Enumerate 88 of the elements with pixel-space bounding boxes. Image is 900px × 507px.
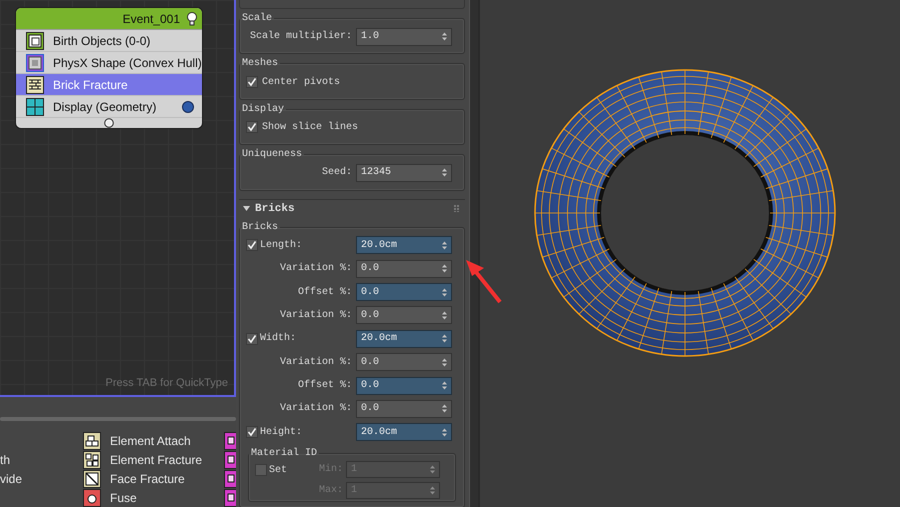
operator-label: PhysX Shape (Convex Hull) [53, 56, 202, 70]
operator-label: Brick Fracture [53, 78, 129, 92]
field-label: Variation %: [278, 310, 352, 321]
spinner-field[interactable]: 20.0cm [356, 330, 452, 348]
operator-item[interactable]: Birth Objects (0-0) [16, 30, 202, 52]
group-title: Display [241, 104, 286, 115]
shape-icon [26, 54, 44, 72]
checkbox-label: Width: [260, 333, 296, 344]
field-label: Offset %: [296, 380, 352, 392]
depot-item-label: th [0, 452, 12, 466]
operator-icon[interactable] [224, 470, 236, 488]
checkbox[interactable] [246, 76, 258, 88]
group-title: Scale [241, 13, 274, 24]
group-title: Bricks [241, 222, 280, 233]
field-label: Offset %: [296, 286, 352, 298]
depot-item-label[interactable]: Element Attach [105, 434, 226, 448]
spinner-field[interactable]: 0.0 [356, 283, 452, 302]
cube-icon [26, 32, 44, 50]
spinner-arrows-icon[interactable] [442, 404, 447, 414]
field-label: Scale multiplier: [248, 31, 352, 42]
spinner-arrows-icon[interactable] [442, 310, 447, 320]
blocks-icon[interactable] [83, 450, 101, 468]
node-editor-canvas[interactable]: Event_001 Birth Objects (0-0) PhysX Shape (Convex Hull) Brick Fracture Display (Geometry) Press TAB for QuickType [0, 0, 236, 398]
operator-icon[interactable] [224, 432, 236, 450]
viewport[interactable] [478, 0, 900, 507]
spinner-field[interactable]: 0.0 [356, 306, 452, 324]
brick-icon [26, 76, 44, 94]
spinner-field[interactable]: 20.0cm [356, 423, 452, 442]
spinner-arrows-icon[interactable] [442, 428, 447, 437]
checkbox[interactable] [255, 464, 267, 476]
depot-item-label: vide [0, 472, 24, 486]
spinner-field[interactable]: 20.0cm [356, 236, 452, 254]
fuse-icon[interactable] [83, 488, 101, 506]
depot-item-label[interactable]: Fuse [105, 490, 226, 504]
spinner-arrows-icon[interactable] [442, 358, 447, 367]
spinner-arrows-icon[interactable] [442, 168, 447, 178]
vertical-scrollbar[interactable] [469, 0, 478, 507]
depot-item-label[interactable]: Face Fracture [105, 472, 226, 486]
operator-icon[interactable] [224, 488, 236, 506]
checkbox-label: Height: [260, 426, 302, 438]
group-title: Material ID [250, 448, 318, 460]
rollout-header[interactable]: Bricks [239, 198, 466, 218]
collapse-triangle-icon[interactable] [243, 205, 250, 212]
checkbox-label: Center pivots [262, 76, 340, 88]
group-title: Meshes [241, 58, 280, 70]
spinner-arrows-icon[interactable] [442, 32, 447, 42]
quicktype-hint: Press TAB for QuickType [106, 377, 228, 390]
operator-icon[interactable] [224, 450, 236, 468]
field-label: Variation %: [278, 403, 352, 414]
spinner-arrows-icon[interactable] [442, 381, 447, 390]
field-label: Variation %: [278, 356, 352, 368]
checkbox[interactable] [246, 121, 258, 134]
grip-icon[interactable] [454, 205, 462, 212]
spinner-arrows-icon[interactable] [442, 288, 447, 297]
checkbox[interactable] [246, 332, 258, 345]
checkbox-label: Length: [260, 240, 302, 251]
operator-label: Birth Objects (0-0) [53, 34, 152, 48]
output-socket-icon[interactable] [104, 118, 114, 128]
spinner-arrows-icon[interactable] [442, 264, 447, 274]
event-title: Event_001 [122, 12, 180, 26]
spinner-field[interactable]: 0.0 [356, 376, 452, 395]
operator-item[interactable]: Display (Geometry) [16, 96, 202, 118]
checkbox[interactable] [246, 239, 258, 252]
horizontal-scrollbar[interactable] [0, 417, 236, 421]
diagonal-square-icon[interactable] [83, 470, 101, 488]
field-label: Variation %: [278, 263, 352, 274]
field-label: Seed: [320, 167, 352, 178]
depot-item-label[interactable]: Element Fracture [105, 452, 226, 466]
group-title: Uniqueness [241, 149, 304, 160]
spinner-field[interactable]: 12345 [356, 164, 452, 182]
spinner-field[interactable]: 1.0 [356, 28, 452, 46]
blocks-icon[interactable] [83, 432, 101, 450]
spinner-arrows-icon[interactable] [442, 334, 447, 344]
grid-icon [26, 98, 44, 116]
spinner-field[interactable]: 0.0 [356, 400, 452, 418]
checkbox-label: Show slice lines [262, 122, 358, 133]
checkbox-label: Set [269, 464, 288, 476]
rollout-title: Bricks [255, 202, 296, 215]
spinner-field[interactable]: 0.0 [356, 353, 452, 372]
spinner-field[interactable]: 0.0 [356, 260, 452, 278]
event-node[interactable]: Event_001 Birth Objects (0-0) PhysX Shape (Convex Hull) Brick Fracture Display (Geometry) [15, 7, 203, 129]
spinner-arrows-icon[interactable] [442, 240, 447, 250]
checkbox[interactable] [246, 426, 258, 438]
display-color-dot[interactable] [182, 100, 194, 112]
operator-label: Display (Geometry) [53, 100, 158, 114]
lightbulb-icon[interactable] [186, 12, 198, 26]
annotation-arrow [466, 260, 502, 304]
operator-item[interactable]: Brick Fracture [16, 74, 202, 96]
